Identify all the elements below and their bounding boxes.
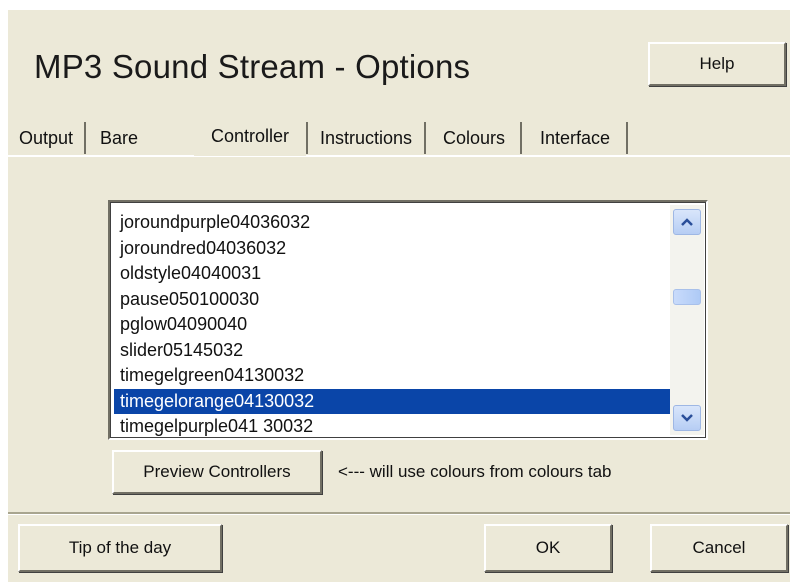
- chevron-up-icon: [681, 218, 693, 226]
- controller-list: joroundpurple04036032 joroundred04036032…: [114, 210, 674, 438]
- tab-colours[interactable]: Colours: [428, 122, 522, 154]
- tab-bare[interactable]: Bare: [88, 122, 150, 154]
- list-item[interactable]: oldstyle04040031: [114, 261, 674, 287]
- list-item[interactable]: slider05145032: [114, 338, 674, 364]
- ok-button[interactable]: OK: [484, 524, 612, 572]
- tab-bar: Output Bare Controller Instructions Colo…: [8, 116, 790, 156]
- list-item[interactable]: pause050100030: [114, 287, 674, 313]
- list-item[interactable]: joroundred04036032: [114, 236, 674, 262]
- list-item[interactable]: timegelpurple041 30032: [114, 414, 674, 438]
- controller-listbox[interactable]: joroundpurple04036032 joroundred04036032…: [108, 200, 708, 440]
- list-item[interactable]: joroundpurple04036032: [114, 210, 674, 236]
- preview-controllers-button[interactable]: Preview Controllers: [112, 450, 322, 494]
- list-item-selected[interactable]: timegelorange04130032: [114, 388, 674, 414]
- scroll-up-button[interactable]: [673, 209, 701, 235]
- tab-interface[interactable]: Interface: [524, 122, 628, 154]
- preview-hint: <--- will use colours from colours tab: [338, 462, 612, 481]
- tip-of-the-day-button[interactable]: Tip of the day: [18, 524, 222, 572]
- chevron-down-icon: [681, 414, 693, 422]
- help-button[interactable]: Help: [648, 42, 786, 86]
- tab-divider: [8, 155, 790, 157]
- options-dialog: MP3 Sound Stream - Options Help Output B…: [8, 10, 790, 582]
- tab-controller[interactable]: Controller: [194, 116, 306, 156]
- cancel-button[interactable]: Cancel: [650, 524, 788, 572]
- scroll-down-button[interactable]: [673, 405, 701, 431]
- list-item[interactable]: pglow04090040: [114, 312, 674, 338]
- list-item[interactable]: timegelgreen04130032: [114, 363, 674, 389]
- tab-instructions[interactable]: Instructions: [306, 122, 426, 154]
- list-scrollbar[interactable]: [670, 205, 704, 435]
- footer-divider: [8, 512, 790, 515]
- tab-output[interactable]: Output: [8, 122, 86, 154]
- dialog-title: MP3 Sound Stream - Options: [34, 48, 471, 85]
- scroll-thumb[interactable]: [673, 289, 701, 305]
